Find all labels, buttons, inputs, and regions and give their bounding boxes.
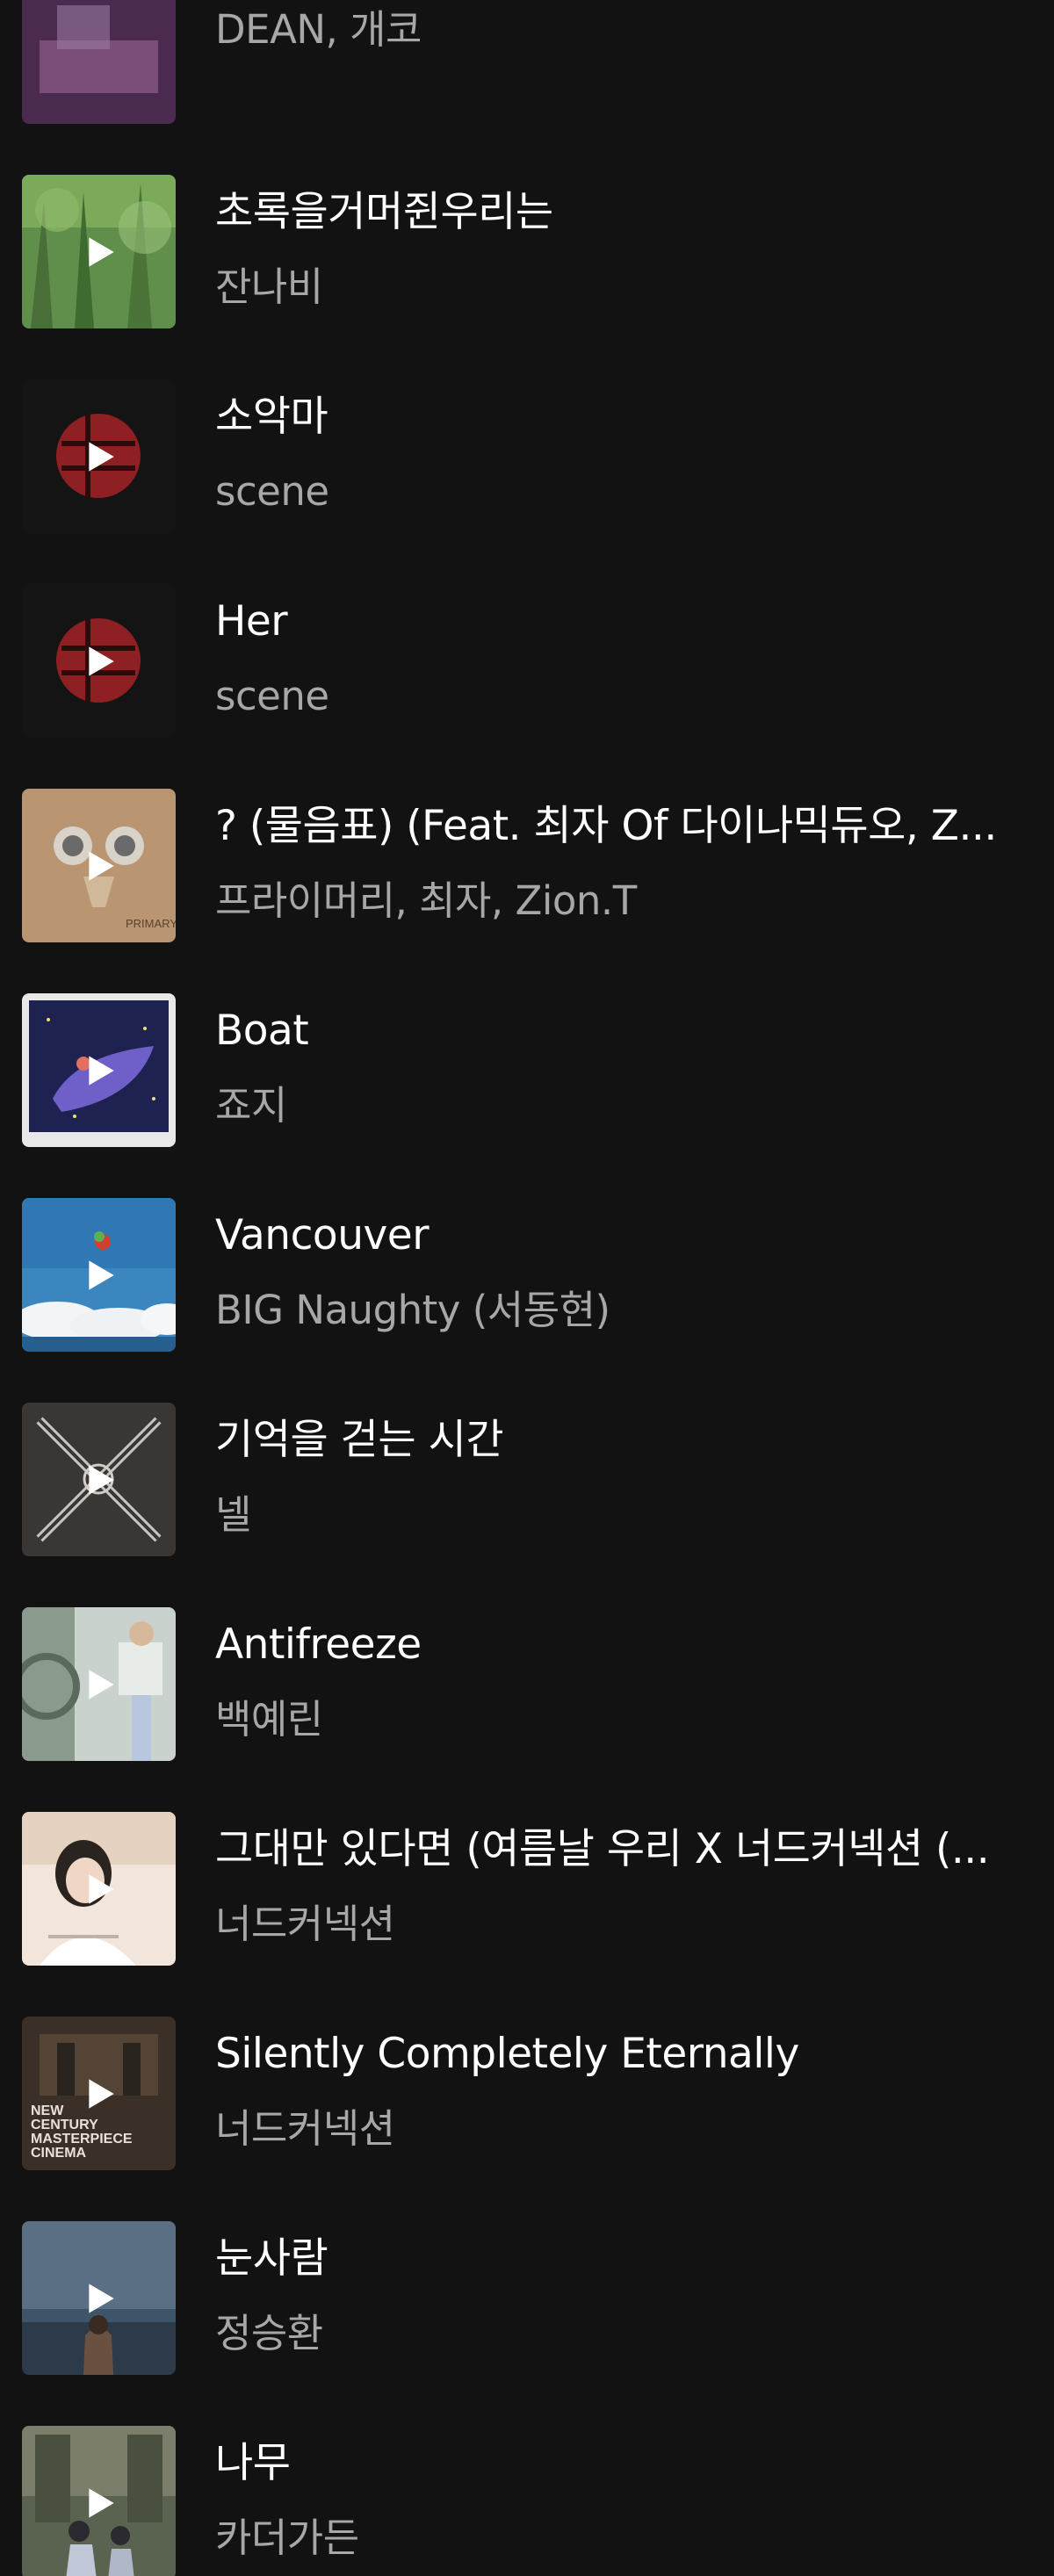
- track-title: ? (물음표) (Feat. 최자 Of 다이나믹듀오, Z...: [215, 802, 997, 850]
- track-info: DEAN, 개코: [215, 0, 997, 55]
- track-row[interactable]: 눈사람 정승환: [0, 2184, 1054, 2389]
- track-title: Vancouver: [215, 1211, 430, 1259]
- track-title: 초록을거머쥔우리는: [215, 188, 553, 236]
- track-info: 초록을거머쥔우리는 잔나비: [215, 186, 997, 313]
- album-art[interactable]: PRIMARY: [22, 789, 176, 942]
- play-icon[interactable]: [22, 379, 176, 533]
- album-art[interactable]: [22, 1198, 176, 1352]
- track-row[interactable]: Boat 죠지: [0, 956, 1054, 1161]
- track-info: 눈사람 정승환: [215, 2233, 997, 2359]
- album-art[interactable]: [22, 2221, 176, 2375]
- play-icon[interactable]: [22, 2221, 176, 2375]
- track-info: Silently Completely Eternally 너드커넥션: [215, 2028, 997, 2154]
- track-artist: 잔나비: [215, 263, 323, 310]
- track-title: Boat: [215, 1007, 309, 1055]
- album-art[interactable]: [22, 2426, 176, 2576]
- track-info: 기억을 걷는 시간 넬: [215, 1414, 997, 1541]
- track-row[interactable]: 나무 카더가든: [0, 2389, 1054, 2576]
- track-title: 나무: [215, 2439, 291, 2487]
- track-info: Her scene: [215, 595, 997, 722]
- play-icon[interactable]: [22, 584, 176, 738]
- play-icon[interactable]: [22, 1403, 176, 1556]
- track-artist: 카더가든: [215, 2515, 359, 2561]
- track-info: 그대만 있다면 (여름날 우리 X 너드커넥션 (... 너드커넥션: [215, 1823, 997, 1950]
- track-title: Antifreeze: [215, 1620, 422, 1669]
- play-icon[interactable]: [22, 2426, 176, 2576]
- album-art[interactable]: [22, 1403, 176, 1556]
- track-row[interactable]: NEW CENTURY MASTERPIECE CINEMA Silently …: [0, 1980, 1054, 2184]
- track-info: Boat 죠지: [215, 1005, 997, 1131]
- track-artist: 백예린: [215, 1696, 323, 1743]
- album-art[interactable]: NEW CENTURY MASTERPIECE CINEMA: [22, 2017, 176, 2170]
- album-art[interactable]: [22, 0, 176, 124]
- track-title: 기억을 걷는 시간: [215, 1416, 504, 1464]
- track-info: Vancouver BIG Naughty (서동현): [215, 1209, 997, 1336]
- track-row[interactable]: Her scene: [0, 547, 1054, 752]
- track-artist: scene: [215, 673, 329, 719]
- album-art[interactable]: [22, 993, 176, 1147]
- track-info: ? (물음표) (Feat. 최자 Of 다이나믹듀오, Z... 프라이머리,…: [215, 800, 997, 927]
- track-artist: 프라이머리, 최자, Zion.T: [215, 877, 637, 924]
- play-icon[interactable]: [22, 789, 176, 942]
- track-artist: scene: [215, 468, 329, 515]
- track-row[interactable]: 소악마 scene: [0, 343, 1054, 547]
- track-row[interactable]: 초록을거머쥔우리는 잔나비: [0, 138, 1054, 343]
- track-info: 소악마 scene: [215, 391, 997, 517]
- track-artist: 너드커넥션: [215, 1901, 395, 1947]
- play-icon[interactable]: [22, 1607, 176, 1761]
- track-row[interactable]: 그대만 있다면 (여름날 우리 X 너드커넥션 (... 너드커넥션: [0, 1775, 1054, 1980]
- track-title: 그대만 있다면 (여름날 우리 X 너드커넥션 (...: [215, 1825, 990, 1873]
- album-art[interactable]: [22, 1812, 176, 1966]
- track-title: Her: [215, 597, 288, 646]
- album-cover-image: [22, 0, 176, 124]
- track-artist: DEAN, 개코: [215, 6, 422, 53]
- play-icon[interactable]: [22, 175, 176, 328]
- track-info: 나무 카더가든: [215, 2437, 997, 2564]
- track-list: DEAN, 개코 초록을거머쥔우리는 잔나비 소악마 scene Her sce…: [0, 0, 1054, 2576]
- track-artist: BIG Naughty (서동현): [215, 1287, 610, 1333]
- track-artist: 정승환: [215, 2310, 323, 2356]
- play-icon[interactable]: [22, 1812, 176, 1966]
- album-art[interactable]: [22, 175, 176, 328]
- album-art[interactable]: [22, 1607, 176, 1761]
- play-icon[interactable]: [22, 2017, 176, 2170]
- album-art[interactable]: [22, 584, 176, 738]
- track-artist: 너드커넥션: [215, 2105, 395, 2152]
- play-icon[interactable]: [22, 993, 176, 1147]
- play-icon[interactable]: [22, 1198, 176, 1352]
- album-art[interactable]: [22, 379, 176, 533]
- track-row[interactable]: Vancouver BIG Naughty (서동현): [0, 1161, 1054, 1366]
- track-artist: 죠지: [215, 1082, 287, 1129]
- track-title: 소악마: [215, 393, 328, 441]
- track-title: Silently Completely Eternally: [215, 2030, 799, 2078]
- track-row[interactable]: 기억을 걷는 시간 넬: [0, 1366, 1054, 1570]
- track-artist: 넬: [215, 1491, 251, 1538]
- track-info: Antifreeze 백예린: [215, 1619, 997, 1745]
- track-row[interactable]: Antifreeze 백예린: [0, 1570, 1054, 1775]
- track-title: 눈사람: [215, 2234, 328, 2283]
- track-row[interactable]: DEAN, 개코: [0, 0, 1054, 138]
- track-row[interactable]: PRIMARY ? (물음표) (Feat. 최자 Of 다이나믹듀오, Z..…: [0, 752, 1054, 956]
